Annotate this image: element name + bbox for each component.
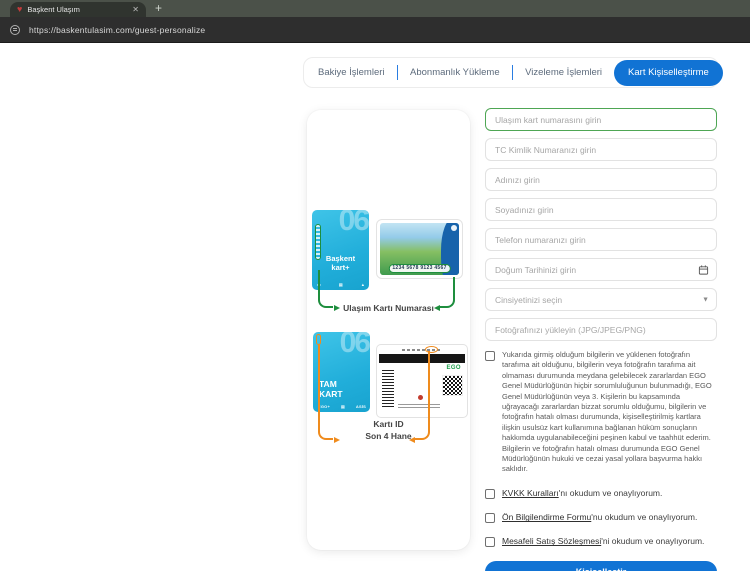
browser-tab[interactable]: ♥ Başkent Ulaşım ✕ xyxy=(10,2,146,17)
field-tc-kimlik xyxy=(485,138,717,161)
chevron-down-icon[interactable]: ▼ xyxy=(702,296,709,303)
browser-urlbar[interactable]: https://baskentulasim.com/guest-personal… xyxy=(0,17,750,43)
kvkk-checkbox[interactable] xyxy=(485,489,495,499)
barcode xyxy=(382,370,394,408)
field-last-name xyxy=(485,198,717,221)
agreement-kvkk: KVKK Kuralları'nı okudum ve onaylıyorum. xyxy=(485,488,717,499)
field-phone xyxy=(485,228,717,251)
agreement-on-bilgilendirme: Ön Bilgilendirme Formu'nu okudum ve onay… xyxy=(485,512,717,523)
agreement-label: Ön Bilgilendirme Formu'nu okudum ve onay… xyxy=(502,512,697,522)
agreement-label: KVKK Kuralları'nı okudum ve onaylıyorum. xyxy=(502,488,662,498)
new-tab-icon[interactable]: + xyxy=(155,1,162,15)
on-bilgilendirme-checkbox[interactable] xyxy=(485,513,495,523)
tab-close-icon[interactable]: ✕ xyxy=(132,5,139,14)
browser-tabstrip: ♥ Başkent Ulaşım ✕ + xyxy=(0,0,750,17)
tab-vizeleme-islemleri[interactable]: Vizeleme İşlemleri xyxy=(525,67,602,78)
personalization-form: ▼ Yukarıda girmiş olduğum bilgilerin ve … xyxy=(485,108,717,571)
gender-select[interactable] xyxy=(486,289,716,310)
agreement-label: Mesafeli Satış Sözleşmesi'ni okudum ve o… xyxy=(502,536,704,546)
qr-code xyxy=(442,375,463,396)
first-name-input[interactable] xyxy=(486,169,716,190)
card-number: 1234 5678 9123 4567 xyxy=(388,264,450,273)
card-watermark: 06 xyxy=(340,332,369,360)
consent-checkbox[interactable] xyxy=(485,351,495,361)
card-number-highlight xyxy=(315,224,321,260)
card-help-panel: 06 Başkent kart+ ▭▤▲ 1234 5678 9123 4567… xyxy=(307,110,470,550)
calendar-icon[interactable] xyxy=(698,264,709,275)
photo-upload-input[interactable] xyxy=(486,319,716,340)
kvkk-link[interactable]: KVKK Kuralları xyxy=(502,488,559,498)
personalize-button[interactable]: Kişiselleştir xyxy=(485,561,717,571)
card-scene: 1234 5678 9123 4567 xyxy=(380,223,459,275)
consent-row: Yukarıda girmiş olduğum bilgilerin ve yü… xyxy=(485,350,717,475)
label-ulasim-karti-numarasi: Ulaşım Kartı Numarası xyxy=(335,302,442,314)
on-bilgilendirme-link[interactable]: Ön Bilgilendirme Formu xyxy=(502,512,591,522)
ego-logo: EGO xyxy=(446,365,461,371)
favicon-heart-icon: ♥ xyxy=(17,5,22,14)
field-first-name xyxy=(485,168,717,191)
agreement-mesafeli-satis: Mesafeli Satış Sözleşmesi'ni okudum ve o… xyxy=(485,536,717,547)
tab-title: Başkent Ulaşım xyxy=(27,5,127,14)
service-tabs: Bakiye İşlemleri Abonmanlık Yükleme Vize… xyxy=(303,57,719,88)
tab-kart-kisisellestirme-active[interactable]: Kart Kişiselleştirme xyxy=(614,60,723,86)
mesafeli-satis-checkbox[interactable] xyxy=(485,537,495,547)
field-birthdate xyxy=(485,258,717,281)
browser-window: ♥ Başkent Ulaşım ✕ + https://baskentulas… xyxy=(0,0,750,571)
card-number-input[interactable] xyxy=(486,109,716,130)
connector-green-right xyxy=(440,277,455,308)
tc-kimlik-input[interactable] xyxy=(486,139,716,160)
connector-orange-left xyxy=(318,344,333,440)
label-karti-id: Kartı ID Son 4 Hane xyxy=(335,418,442,442)
tab-abonmanlik-yukleme[interactable]: Abonmanlık Yükleme xyxy=(410,67,500,78)
site-info-icon[interactable] xyxy=(10,25,20,35)
tab-bakiye-islemleri[interactable]: Bakiye İşlemleri xyxy=(318,67,385,78)
field-gender: ▼ xyxy=(485,288,717,311)
card-watermark: 06 xyxy=(339,210,368,238)
tab-divider xyxy=(512,65,514,80)
consent-text: Yukarıda girmiş olduğum bilgilerin ve yü… xyxy=(502,350,717,475)
connector-green-left xyxy=(318,270,333,308)
field-card-number xyxy=(485,108,717,131)
field-photo-upload xyxy=(485,318,717,341)
last-name-input[interactable] xyxy=(486,199,716,220)
tab-divider xyxy=(397,65,399,80)
birthdate-input[interactable] xyxy=(486,259,716,280)
transport-card-image: 1234 5678 9123 4567 xyxy=(377,220,462,278)
url-text[interactable]: https://baskentulasim.com/guest-personal… xyxy=(29,25,205,35)
mesafeli-satis-link[interactable]: Mesafeli Satış Sözleşmesi xyxy=(502,536,601,546)
phone-input[interactable] xyxy=(486,229,716,250)
card-scene-logo xyxy=(451,225,457,231)
